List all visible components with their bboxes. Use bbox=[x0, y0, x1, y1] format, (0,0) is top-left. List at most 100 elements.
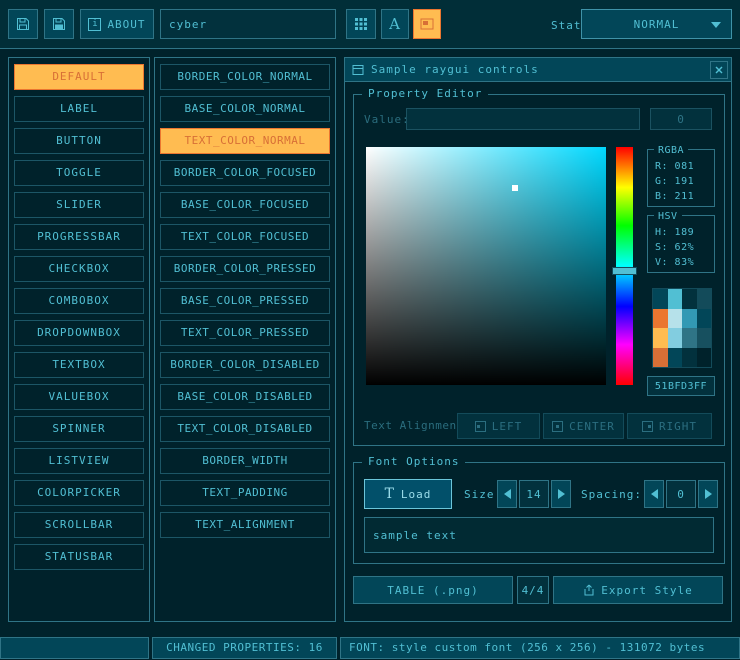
palette-swatch[interactable] bbox=[697, 289, 712, 309]
toolbar: i ABOUT A State: bbox=[0, 0, 740, 49]
hsv-h-value: H: 189 bbox=[655, 225, 714, 240]
control-item-spinner[interactable]: SPINNER bbox=[14, 416, 144, 442]
palette-swatch[interactable] bbox=[682, 328, 697, 348]
control-item-dropdownbox[interactable]: DROPDOWNBOX bbox=[14, 320, 144, 346]
control-item-button[interactable]: BUTTON bbox=[14, 128, 144, 154]
control-item-colorpicker[interactable]: COLORPICKER bbox=[14, 480, 144, 506]
open-style-button[interactable] bbox=[8, 9, 38, 39]
property-item-text_alignment[interactable]: TEXT_ALIGNMENT bbox=[160, 512, 330, 538]
palette-swatch[interactable] bbox=[653, 289, 668, 309]
palette-swatch[interactable] bbox=[697, 328, 712, 348]
rgba-r-value: R: 081 bbox=[655, 159, 714, 174]
page-indicator-box[interactable]: 4/4 bbox=[517, 576, 549, 604]
control-item-combobox[interactable]: COMBOBOX bbox=[14, 288, 144, 314]
palette-swatch[interactable] bbox=[682, 309, 697, 329]
font-mode-button[interactable]: A bbox=[381, 9, 409, 39]
hsv-s-value: S: 62% bbox=[655, 240, 714, 255]
palette-swatch[interactable] bbox=[668, 328, 683, 348]
about-button[interactable]: i ABOUT bbox=[80, 9, 154, 39]
hex-value-box[interactable]: 51BFD3FF bbox=[647, 376, 715, 396]
window-titlebar[interactable]: Sample raygui controls bbox=[345, 58, 731, 82]
align-center-button[interactable]: CENTER bbox=[543, 413, 624, 439]
info-icon: i bbox=[88, 18, 101, 31]
property-item-text_padding[interactable]: TEXT_PADDING bbox=[160, 480, 330, 506]
export-style-button[interactable]: Export Style bbox=[553, 576, 723, 604]
style-name-input[interactable] bbox=[161, 18, 335, 31]
size-increment-button[interactable] bbox=[551, 480, 571, 508]
value-count-box[interactable]: 0 bbox=[650, 108, 712, 130]
property-item-text_color_disabled[interactable]: TEXT_COLOR_DISABLED bbox=[160, 416, 330, 442]
font-t-icon: T bbox=[385, 486, 395, 502]
arrow-right-icon bbox=[705, 489, 712, 499]
window-title: Sample raygui controls bbox=[371, 63, 539, 76]
controls-list: DEFAULT LABEL BUTTON TOGGLE SLIDER PROGRESSBA… bbox=[8, 57, 150, 622]
property-item-border_width[interactable]: BORDER_WIDTH bbox=[160, 448, 330, 474]
state-dropdown[interactable]: NORMAL bbox=[581, 9, 732, 39]
color-picker-cursor[interactable] bbox=[512, 185, 518, 191]
property-item-text_color_normal[interactable]: TEXT_COLOR_NORMAL bbox=[160, 128, 330, 154]
property-item-border_color_disabled[interactable]: BORDER_COLOR_DISABLED bbox=[160, 352, 330, 378]
property-item-border_color_focused[interactable]: BORDER_COLOR_FOCUSED bbox=[160, 160, 330, 186]
property-item-border_color_normal[interactable]: BORDER_COLOR_NORMAL bbox=[160, 64, 330, 90]
palette-swatch[interactable] bbox=[653, 328, 668, 348]
spacing-decrement-button[interactable] bbox=[644, 480, 664, 508]
control-item-textbox[interactable]: TEXTBOX bbox=[14, 352, 144, 378]
control-item-listview[interactable]: LISTVIEW bbox=[14, 448, 144, 474]
palette-swatch[interactable] bbox=[697, 348, 712, 368]
property-item-base_color_focused[interactable]: BASE_COLOR_FOCUSED bbox=[160, 192, 330, 218]
property-item-base_color_normal[interactable]: BASE_COLOR_NORMAL bbox=[160, 96, 330, 122]
align-left-button[interactable]: LEFT bbox=[457, 413, 540, 439]
statusbar-font-info: FONT: style custom font (256 x 256) - 13… bbox=[340, 637, 740, 659]
control-item-slider[interactable]: SLIDER bbox=[14, 192, 144, 218]
hue-slider-handle[interactable] bbox=[612, 267, 637, 275]
property-item-base_color_pressed[interactable]: BASE_COLOR_PRESSED bbox=[160, 288, 330, 314]
size-decrement-button[interactable] bbox=[497, 480, 517, 508]
about-button-label: ABOUT bbox=[107, 18, 145, 31]
spacing-valuebox[interactable]: 0 bbox=[666, 480, 696, 508]
style-name-textbox[interactable] bbox=[160, 9, 336, 39]
spacing-increment-button[interactable] bbox=[698, 480, 718, 508]
control-item-label[interactable]: LABEL bbox=[14, 96, 144, 122]
sample-text-input[interactable] bbox=[365, 529, 713, 542]
close-button[interactable] bbox=[710, 61, 728, 79]
property-item-text_color_focused[interactable]: TEXT_COLOR_FOCUSED bbox=[160, 224, 330, 250]
property-item-base_color_disabled[interactable]: BASE_COLOR_DISABLED bbox=[160, 384, 330, 410]
align-center-icon bbox=[552, 421, 563, 432]
control-item-progressbar[interactable]: PROGRESSBAR bbox=[14, 224, 144, 250]
value-input[interactable] bbox=[407, 113, 639, 126]
palette-swatch[interactable] bbox=[682, 289, 697, 309]
control-item-scrollbar[interactable]: SCROLLBAR bbox=[14, 512, 144, 538]
property-item-border_color_pressed[interactable]: BORDER_COLOR_PRESSED bbox=[160, 256, 330, 282]
palette-swatch[interactable] bbox=[668, 348, 683, 368]
grid-mode-button[interactable] bbox=[346, 9, 376, 39]
sample-text-textbox[interactable] bbox=[364, 517, 714, 553]
table-image-mode-button[interactable] bbox=[413, 9, 441, 39]
export-icon bbox=[583, 584, 595, 596]
save-style-button[interactable] bbox=[44, 9, 74, 39]
control-item-checkbox[interactable]: CHECKBOX bbox=[14, 256, 144, 282]
control-item-default[interactable]: DEFAULT bbox=[14, 64, 144, 90]
table-png-button[interactable]: TABLE (.png) bbox=[353, 576, 513, 604]
arrow-right-icon bbox=[558, 489, 565, 499]
control-item-toggle[interactable]: TOGGLE bbox=[14, 160, 144, 186]
palette-swatch[interactable] bbox=[697, 309, 712, 329]
value-textbox[interactable] bbox=[406, 108, 640, 130]
property-item-text_color_pressed[interactable]: TEXT_COLOR_PRESSED bbox=[160, 320, 330, 346]
color-picker-area[interactable] bbox=[366, 147, 606, 385]
palette-swatch[interactable] bbox=[668, 289, 683, 309]
load-font-button[interactable]: T Load bbox=[364, 479, 452, 509]
palette-swatch[interactable] bbox=[682, 348, 697, 368]
control-item-valuebox[interactable]: VALUEBOX bbox=[14, 384, 144, 410]
value-label: Value: bbox=[364, 113, 410, 126]
align-left-icon bbox=[475, 421, 486, 432]
palette-swatch[interactable] bbox=[653, 348, 668, 368]
align-right-button[interactable]: RIGHT bbox=[627, 413, 712, 439]
font-options-group-label: Font Options bbox=[362, 455, 465, 468]
size-valuebox[interactable]: 14 bbox=[519, 480, 549, 508]
palette-swatch[interactable] bbox=[668, 309, 683, 329]
control-item-statusbar[interactable]: STATUSBAR bbox=[14, 544, 144, 570]
statusbar-changed-properties: CHANGED PROPERTIES: 16 bbox=[152, 637, 337, 659]
property-editor-group-label: Property Editor bbox=[362, 87, 488, 100]
palette-swatch[interactable] bbox=[653, 309, 668, 329]
hue-slider[interactable] bbox=[616, 147, 633, 385]
